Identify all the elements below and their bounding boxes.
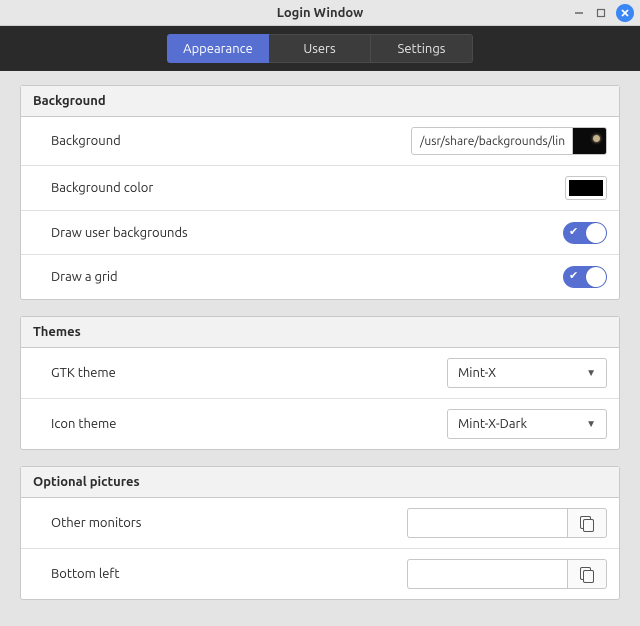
- browse-icon: [580, 567, 594, 581]
- label-background: Background: [51, 134, 411, 148]
- group-title-themes: Themes: [21, 317, 619, 348]
- row-other-monitors: Other monitors: [21, 498, 619, 549]
- row-draw-grid: Draw a grid ✔: [21, 255, 619, 299]
- label-gtk-theme: GTK theme: [51, 366, 447, 380]
- label-background-color: Background color: [51, 181, 565, 195]
- swatch-icon: [569, 180, 603, 196]
- row-icon-theme: Icon theme Mint-X-Dark ▼: [21, 399, 619, 449]
- group-title-background: Background: [21, 86, 619, 117]
- row-bottom-left: Bottom left: [21, 549, 619, 599]
- gtk-theme-select[interactable]: Mint-X ▼: [447, 358, 607, 388]
- label-icon-theme: Icon theme: [51, 417, 447, 431]
- label-draw-user-bg: Draw user backgrounds: [51, 226, 563, 240]
- titlebar: Login Window: [0, 0, 640, 26]
- bottom-left-input[interactable]: [407, 559, 567, 589]
- content: Background Background /usr/share/backgro…: [0, 71, 640, 626]
- background-color-button[interactable]: [565, 176, 607, 200]
- tab-users[interactable]: Users: [269, 34, 371, 63]
- minimize-button[interactable]: [572, 6, 586, 20]
- toggle-knob: [586, 267, 606, 287]
- browse-icon: [580, 516, 594, 530]
- row-background: Background /usr/share/backgrounds/lin: [21, 117, 619, 166]
- group-themes: Themes GTK theme Mint-X ▼ Icon theme Min…: [20, 316, 620, 450]
- toggle-draw-user-backgrounds[interactable]: ✔: [563, 222, 607, 244]
- row-draw-user-bg: Draw user backgrounds ✔: [21, 211, 619, 255]
- label-other-monitors: Other monitors: [51, 516, 407, 530]
- window-title: Login Window: [0, 6, 640, 20]
- row-background-color: Background color: [21, 166, 619, 211]
- window-buttons: [572, 4, 634, 22]
- label-draw-grid: Draw a grid: [51, 270, 563, 284]
- gtk-theme-value: Mint-X: [458, 366, 496, 380]
- tabstrip: Appearance Users Settings: [0, 26, 640, 71]
- row-gtk-theme: GTK theme Mint-X ▼: [21, 348, 619, 399]
- background-path: /usr/share/backgrounds/lin: [412, 128, 572, 154]
- toggle-knob: [586, 223, 606, 243]
- tab-appearance[interactable]: Appearance: [167, 34, 269, 63]
- check-icon: ✔: [569, 225, 578, 238]
- other-monitors-browse-button[interactable]: [567, 508, 607, 538]
- group-title-optional: Optional pictures: [21, 467, 619, 498]
- check-icon: ✔: [569, 269, 578, 282]
- other-monitors-input[interactable]: [407, 508, 567, 538]
- maximize-button[interactable]: [594, 6, 608, 20]
- group-optional-pictures: Optional pictures Other monitors Bottom …: [20, 466, 620, 600]
- close-button[interactable]: [616, 4, 634, 22]
- toggle-draw-grid[interactable]: ✔: [563, 266, 607, 288]
- background-chooser[interactable]: /usr/share/backgrounds/lin: [411, 127, 607, 155]
- group-background: Background Background /usr/share/backgro…: [20, 85, 620, 300]
- chevron-down-icon: ▼: [586, 367, 596, 379]
- icon-theme-value: Mint-X-Dark: [458, 417, 527, 431]
- background-thumbnail: [572, 128, 606, 154]
- bottom-left-browse-button[interactable]: [567, 559, 607, 589]
- chevron-down-icon: ▼: [586, 418, 596, 430]
- label-bottom-left: Bottom left: [51, 567, 407, 581]
- tab-settings[interactable]: Settings: [371, 34, 473, 63]
- icon-theme-select[interactable]: Mint-X-Dark ▼: [447, 409, 607, 439]
